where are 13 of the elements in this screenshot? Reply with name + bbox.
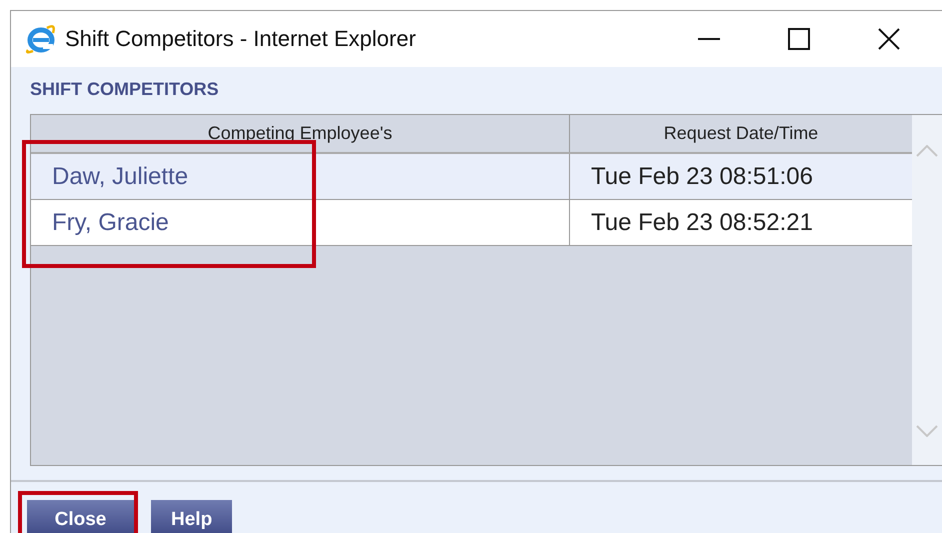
- window-title: Shift Competitors - Internet Explorer: [65, 26, 417, 52]
- maximize-icon[interactable]: [788, 28, 810, 50]
- employee-name-link[interactable]: Fry, Gracie: [31, 200, 569, 245]
- close-icon[interactable]: [878, 28, 900, 50]
- employee-name-link[interactable]: Daw, Juliette: [31, 154, 569, 199]
- scroll-up-icon[interactable]: [916, 145, 938, 157]
- minimize-icon[interactable]: [698, 38, 720, 40]
- browser-logo-icon: [25, 23, 57, 55]
- close-button[interactable]: Close: [27, 500, 134, 533]
- help-button[interactable]: Help: [151, 500, 232, 533]
- page-heading: SHIFT COMPETITORS: [29, 78, 220, 101]
- column-header: Competing Employee's: [206, 122, 394, 145]
- scroll-down-icon[interactable]: [916, 425, 938, 437]
